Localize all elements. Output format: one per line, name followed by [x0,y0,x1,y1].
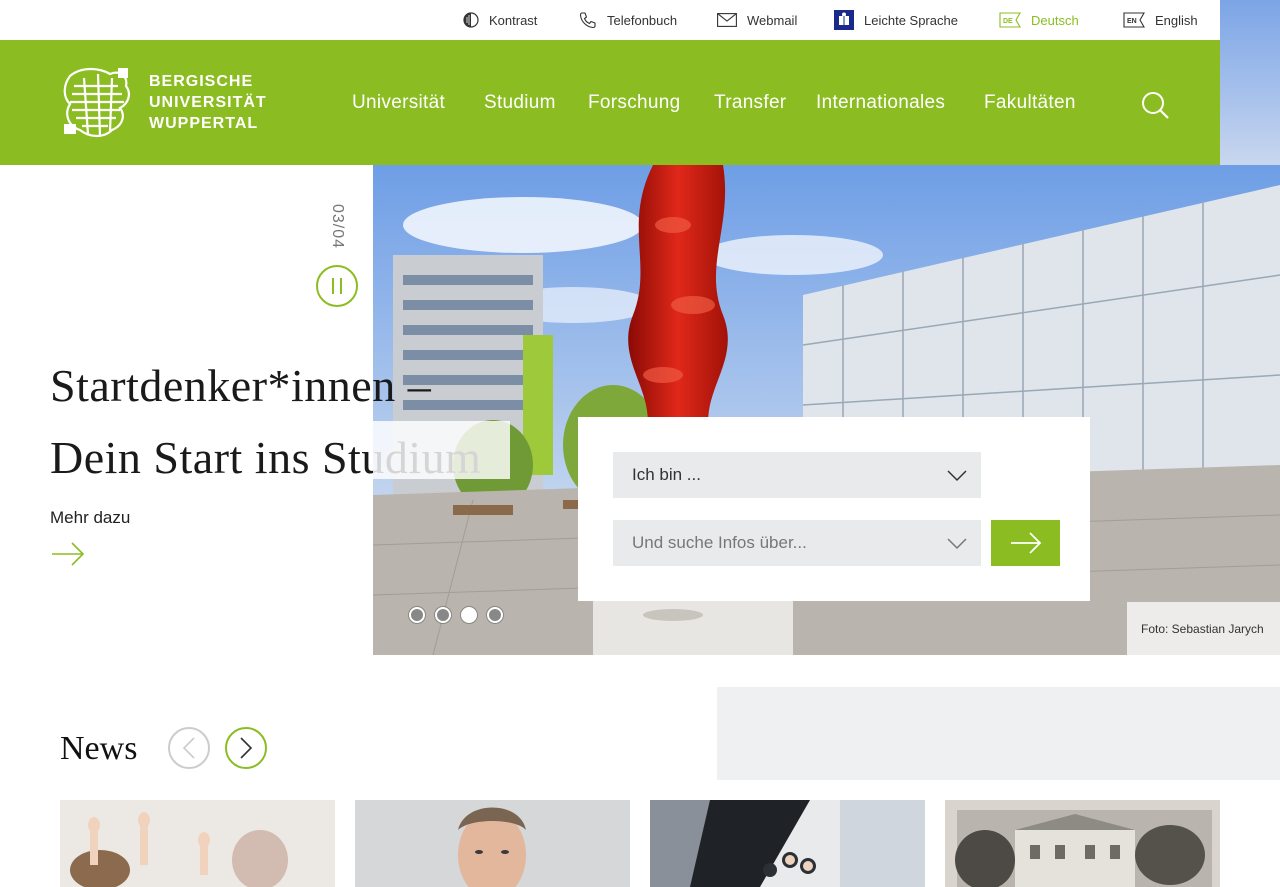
slide-counter: 03/04 [329,204,346,250]
slide-dot-4[interactable] [487,607,503,623]
wordmark-line3: WUPPERTAL [149,115,259,132]
phonebook-link[interactable]: Telefonbuch [579,0,677,40]
phonebook-label: Telefonbuch [607,12,678,28]
news-next-button[interactable] [225,727,267,769]
slide-dot-3[interactable] [461,607,477,623]
contrast-label: Kontrast [489,12,538,28]
lang-en-label: English [1155,12,1198,28]
hero-image-edge [1220,0,1280,165]
study-finder: Ich bin ... Und suche Infos über... [578,417,1090,601]
more-arrow-button[interactable] [50,540,86,573]
role-select[interactable]: Ich bin ... [613,452,981,498]
slide-dot-1[interactable] [409,607,425,623]
pause-icon-bar [340,278,342,294]
contrast-icon [463,12,479,28]
search-button[interactable] [1140,90,1170,120]
arrow-right-icon [1010,532,1041,554]
news-background [717,687,1280,780]
news-heading: News [60,730,138,767]
chevron-down-icon [947,470,967,482]
finder-submit-button[interactable] [991,520,1060,566]
easy-language-icon [834,10,854,30]
utility-bar: Kontrast Telefonbuch Webmail Leichte Spr… [0,0,1220,40]
slide-dots [409,607,503,623]
nav-transfer[interactable]: Transfer [714,40,786,165]
lang-de-label: Deutsch [1031,12,1079,28]
chevron-down-icon [947,538,967,550]
nav-forschung[interactable]: Forschung [588,40,680,165]
search-icon [1142,92,1169,119]
lang-en-badge: EN [1127,18,1137,25]
arrow-right-icon [52,542,85,566]
pause-icon-bar [332,278,334,294]
news-card-4-image [945,800,1220,887]
lang-de-badge: DE [1003,18,1013,25]
flag-en-icon: EN [1123,12,1145,28]
chevron-left-icon [182,737,195,759]
webmail-link[interactable]: Webmail [717,0,797,40]
slide-dot-2[interactable] [435,607,451,623]
university-logo[interactable]: BERGISCHE UNIVERSITÄT WUPPERTAL [60,64,270,140]
news-card-2-image [355,800,630,887]
wordmark-line2: UNIVERSITÄT [149,94,267,111]
news-card-3[interactable] [650,800,925,887]
webmail-label: Webmail [747,12,798,28]
mail-icon [717,13,737,27]
topic-select-value: Und suche Infos über... [632,533,807,552]
news-card-1[interactable] [60,800,335,887]
hero-title-line1: Startdenker*innen – [50,360,432,411]
news-card-3-image [650,800,925,887]
nav-studium[interactable]: Studium [484,40,556,165]
title-overlap [373,421,510,479]
easy-language-label: Leichte Sprache [864,12,958,28]
easy-language-link[interactable]: Leichte Sprache [834,0,958,40]
news-card-1-image [60,800,335,887]
news-prev-button[interactable] [168,727,210,769]
lion-crest-icon [63,67,130,138]
news-card-4[interactable] [945,800,1220,887]
pause-button[interactable] [316,265,358,307]
university-wordmark: BERGISCHE UNIVERSITÄT WUPPERTAL [149,71,267,134]
phone-icon [579,11,597,29]
nav-fakultaeten[interactable]: Fakultäten [984,40,1076,165]
lang-en-link[interactable]: EN English [1123,0,1198,40]
photo-credit: Foto: Sebastian Jarych [1127,602,1280,655]
flag-de-icon: DE [999,12,1021,28]
main-header: BERGISCHE UNIVERSITÄT WUPPERTAL Universi… [0,40,1220,165]
chevron-right-icon [240,737,253,759]
news-card-2[interactable] [355,800,630,887]
contrast-link[interactable]: Kontrast [463,0,537,40]
nav-universitaet[interactable]: Universität [352,40,445,165]
wordmark-line1: BERGISCHE [149,73,254,90]
topic-select[interactable]: Und suche Infos über... [613,520,981,566]
more-link[interactable]: Mehr dazu [50,508,130,528]
nav-internationales[interactable]: Internationales [816,40,945,165]
lang-de-link[interactable]: DE Deutsch [999,0,1079,40]
role-select-value: Ich bin ... [632,465,701,484]
